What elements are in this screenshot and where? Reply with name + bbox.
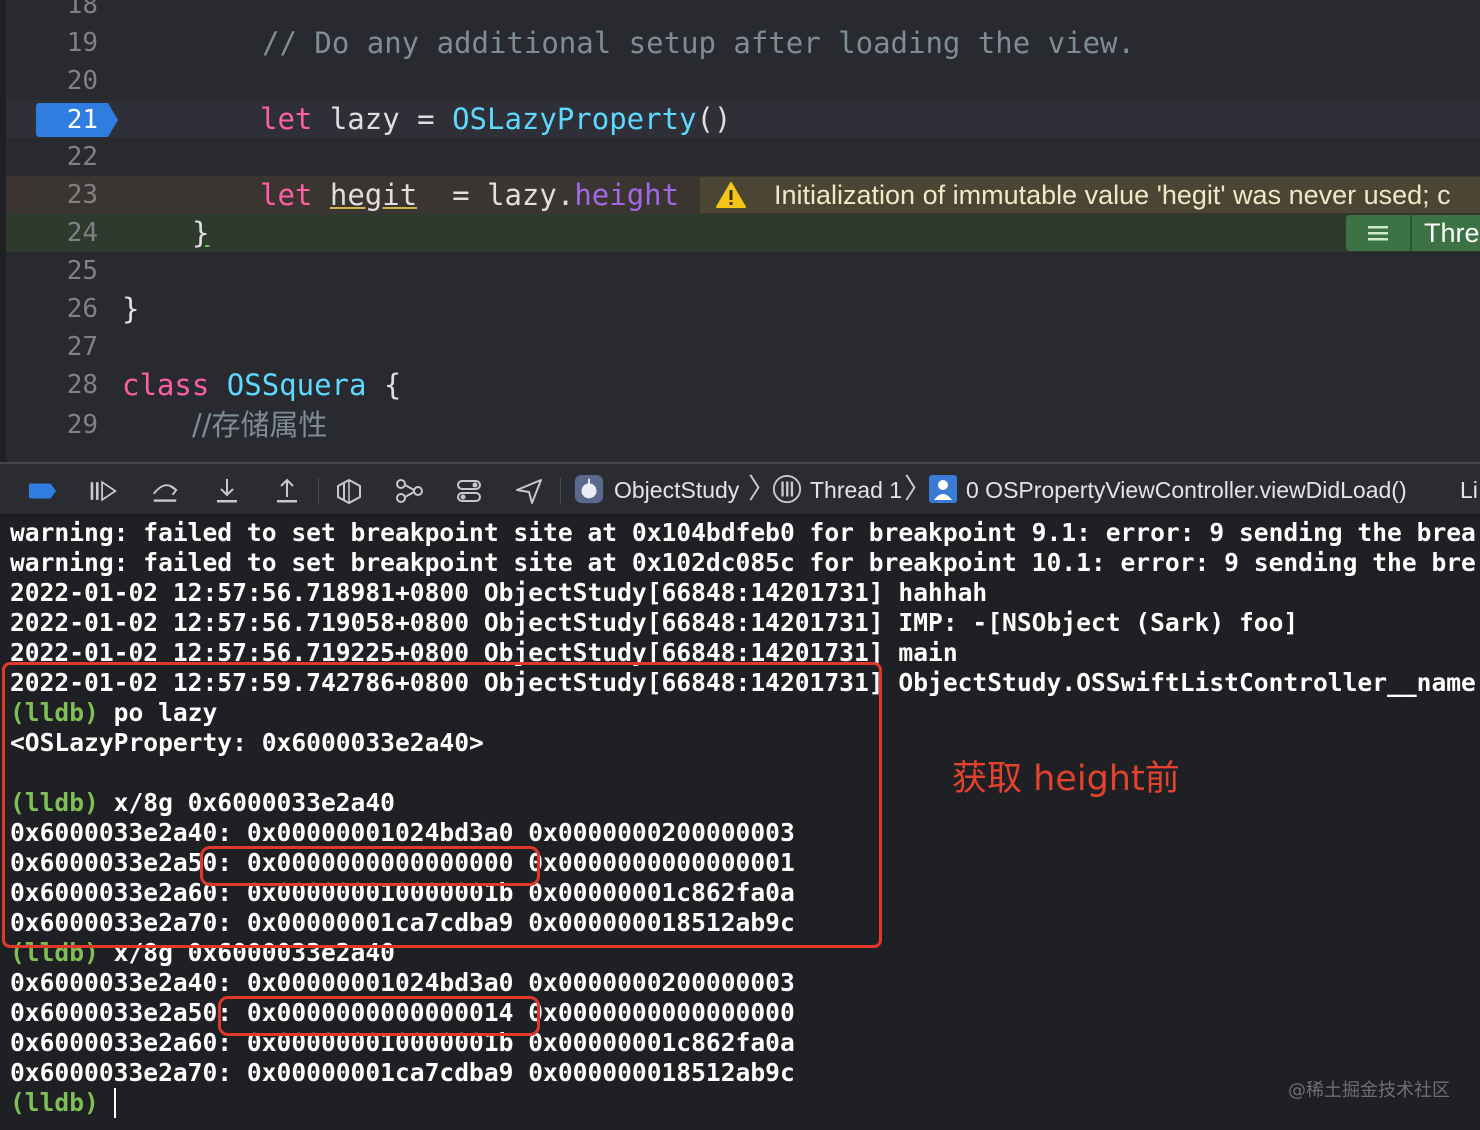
step-out-icon[interactable] [272,476,302,506]
code-line-18[interactable]: 18 [6,0,1480,24]
step-over-icon[interactable] [150,476,180,506]
code-type: OSLazyProperty [452,102,697,136]
line-number: 28 [66,370,98,400]
code-comment: //存储属性 [192,408,328,442]
breadcrumb-app[interactable]: ObjectStudy [614,464,739,516]
thread-lines-icon [1368,226,1388,241]
line-number: 26 [66,294,98,324]
simulate-location-icon[interactable] [514,476,544,506]
code-line-21[interactable]: 21 let lazy = OSLazyProperty() [6,100,1480,138]
thread-indicator-label[interactable]: Threa [1410,215,1480,251]
code-text: } [192,216,210,250]
toolbar-divider [318,478,319,504]
code-line-22[interactable]: 22 [6,138,1480,176]
continue-icon[interactable] [88,476,118,506]
code-text: let hegit = lazy.height [260,176,679,214]
annotation-box-value-before [200,846,540,886]
breadcrumb-thread[interactable]: Thread 1 [810,464,902,516]
code-text: } [122,292,140,326]
console-line: 2022-01-02 12:57:56.718981+0800 ObjectSt… [10,578,988,607]
line-number: 21 [66,105,98,135]
code-punct: () [696,102,732,136]
line-number: 29 [66,410,98,440]
code-comment: // Do any additional setup after loading… [262,26,1135,60]
code-line-29[interactable]: 29 //存储属性 [6,406,1480,444]
code-text: class OSSquera { [122,366,401,404]
code-line-24[interactable]: 24 } Threa [6,214,1480,252]
console-line: 0x6000033e2a70: 0x00000001ca7cdba9 0x000… [10,1058,795,1087]
line-number: 22 [66,142,98,172]
console-command-line: (lldb) [10,1088,114,1118]
toolbar-divider [560,478,561,504]
console-line: 2022-01-02 12:57:56.719058+0800 ObjectSt… [10,608,1299,637]
code-identifier: lazy = [312,102,453,136]
line-number: 27 [66,332,98,362]
warning-triangle-icon [716,182,746,208]
console-line: warning: failed to set breakpoint site a… [10,518,1476,547]
code-line-25[interactable]: 25 [6,252,1480,290]
console-command [99,1088,114,1117]
stack-frame-user-icon [929,475,957,503]
line-number: 25 [66,256,98,286]
breadcrumb-frame[interactable]: 0 OSPropertyViewController.viewDidLoad() [966,464,1407,516]
app-icon [574,474,604,504]
thread-icon [772,474,802,504]
annotation-box-before [2,662,882,948]
code-keyword: let [260,102,313,136]
code-property: height [574,178,680,212]
source-editor[interactable]: 18 19 // Do any additional setup after l… [0,0,1480,462]
breadcrumb-trailing[interactable]: Li [1460,464,1478,516]
view-hierarchy-icon[interactable] [334,476,364,506]
environment-overrides-icon[interactable] [454,476,484,506]
debug-toolbar: ObjectStudy 〉 Thread 1 〉 0 OSPropertyVie… [0,462,1480,516]
line-number: 24 [66,218,98,248]
console-line: warning: failed to set breakpoint site a… [10,548,1476,577]
code-line-19[interactable]: 19 // Do any additional setup after load… [6,24,1480,62]
line-number: 20 [66,66,98,96]
annotation-box-value-after [218,996,540,1036]
code-line-28[interactable]: 28 class OSSquera { [6,366,1480,404]
breakpoints-toggle-icon[interactable] [28,476,58,506]
lldb-prompt: (lldb) [10,1088,99,1117]
code-line-26[interactable]: 26 } [6,290,1480,328]
annotation-label: 获取 height前 [952,759,1180,799]
thread-badge[interactable] [1346,215,1410,251]
code-variable: hegit [329,178,418,212]
debug-console[interactable]: warning: failed to set breakpoint site a… [0,516,1480,1130]
line-number: 18 [66,0,98,20]
code-identifier: = lazy. [417,178,575,212]
warning-badge[interactable] [700,177,762,213]
code-line-20[interactable]: 20 [6,62,1480,100]
code-line-27[interactable]: 27 [6,328,1480,366]
code-text: let lazy = OSLazyProperty() [260,100,731,138]
line-number: 23 [66,180,98,210]
step-into-icon[interactable] [212,476,242,506]
code-keyword: class [122,368,210,402]
code-keyword: let [260,178,313,212]
code-line-23[interactable]: 23 let hegit = lazy.height Initializatio… [6,176,1480,214]
watermark: @稀土掘金技术社区 [1288,1080,1450,1101]
warning-message[interactable]: Initialization of immutable value 'hegit… [762,177,1480,213]
code-punct: { [366,368,402,402]
code-type: OSSquera [226,368,367,402]
line-number: 19 [66,28,98,58]
memory-graph-icon[interactable] [394,476,424,506]
console-line: 0x6000033e2a40: 0x00000001024bd3a0 0x000… [10,968,795,997]
text-cursor [114,1088,116,1118]
